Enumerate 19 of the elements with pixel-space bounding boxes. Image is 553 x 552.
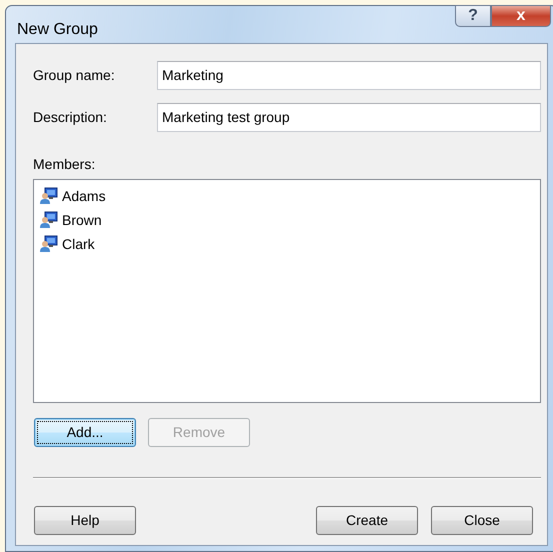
field-label: Group name: — [33, 66, 116, 85]
help-button[interactable]: Help — [34, 506, 136, 535]
member-name[interactable]: Brown — [62, 210, 102, 230]
user-computer-icon — [40, 187, 58, 205]
add-button[interactable]: Add... — [34, 418, 136, 447]
members-list[interactable]: Adams Brown Clark — [33, 179, 541, 403]
text-field[interactable]: Marketing test group — [157, 102, 541, 132]
create-button[interactable]: Create — [316, 506, 418, 535]
field-label: Description: — [33, 108, 108, 127]
user-computer-icon — [40, 235, 58, 253]
close-button[interactable]: x — [491, 5, 551, 27]
close-button[interactable]: Close — [431, 506, 533, 535]
member-name[interactable]: Adams — [62, 186, 106, 206]
help-button[interactable]: ? — [455, 5, 491, 27]
user-computer-icon — [40, 211, 58, 229]
members-label: Members: — [33, 155, 96, 174]
member-name[interactable]: Clark — [62, 234, 95, 254]
text-field[interactable]: Marketing — [157, 60, 541, 90]
window-title: New Group — [17, 20, 98, 40]
